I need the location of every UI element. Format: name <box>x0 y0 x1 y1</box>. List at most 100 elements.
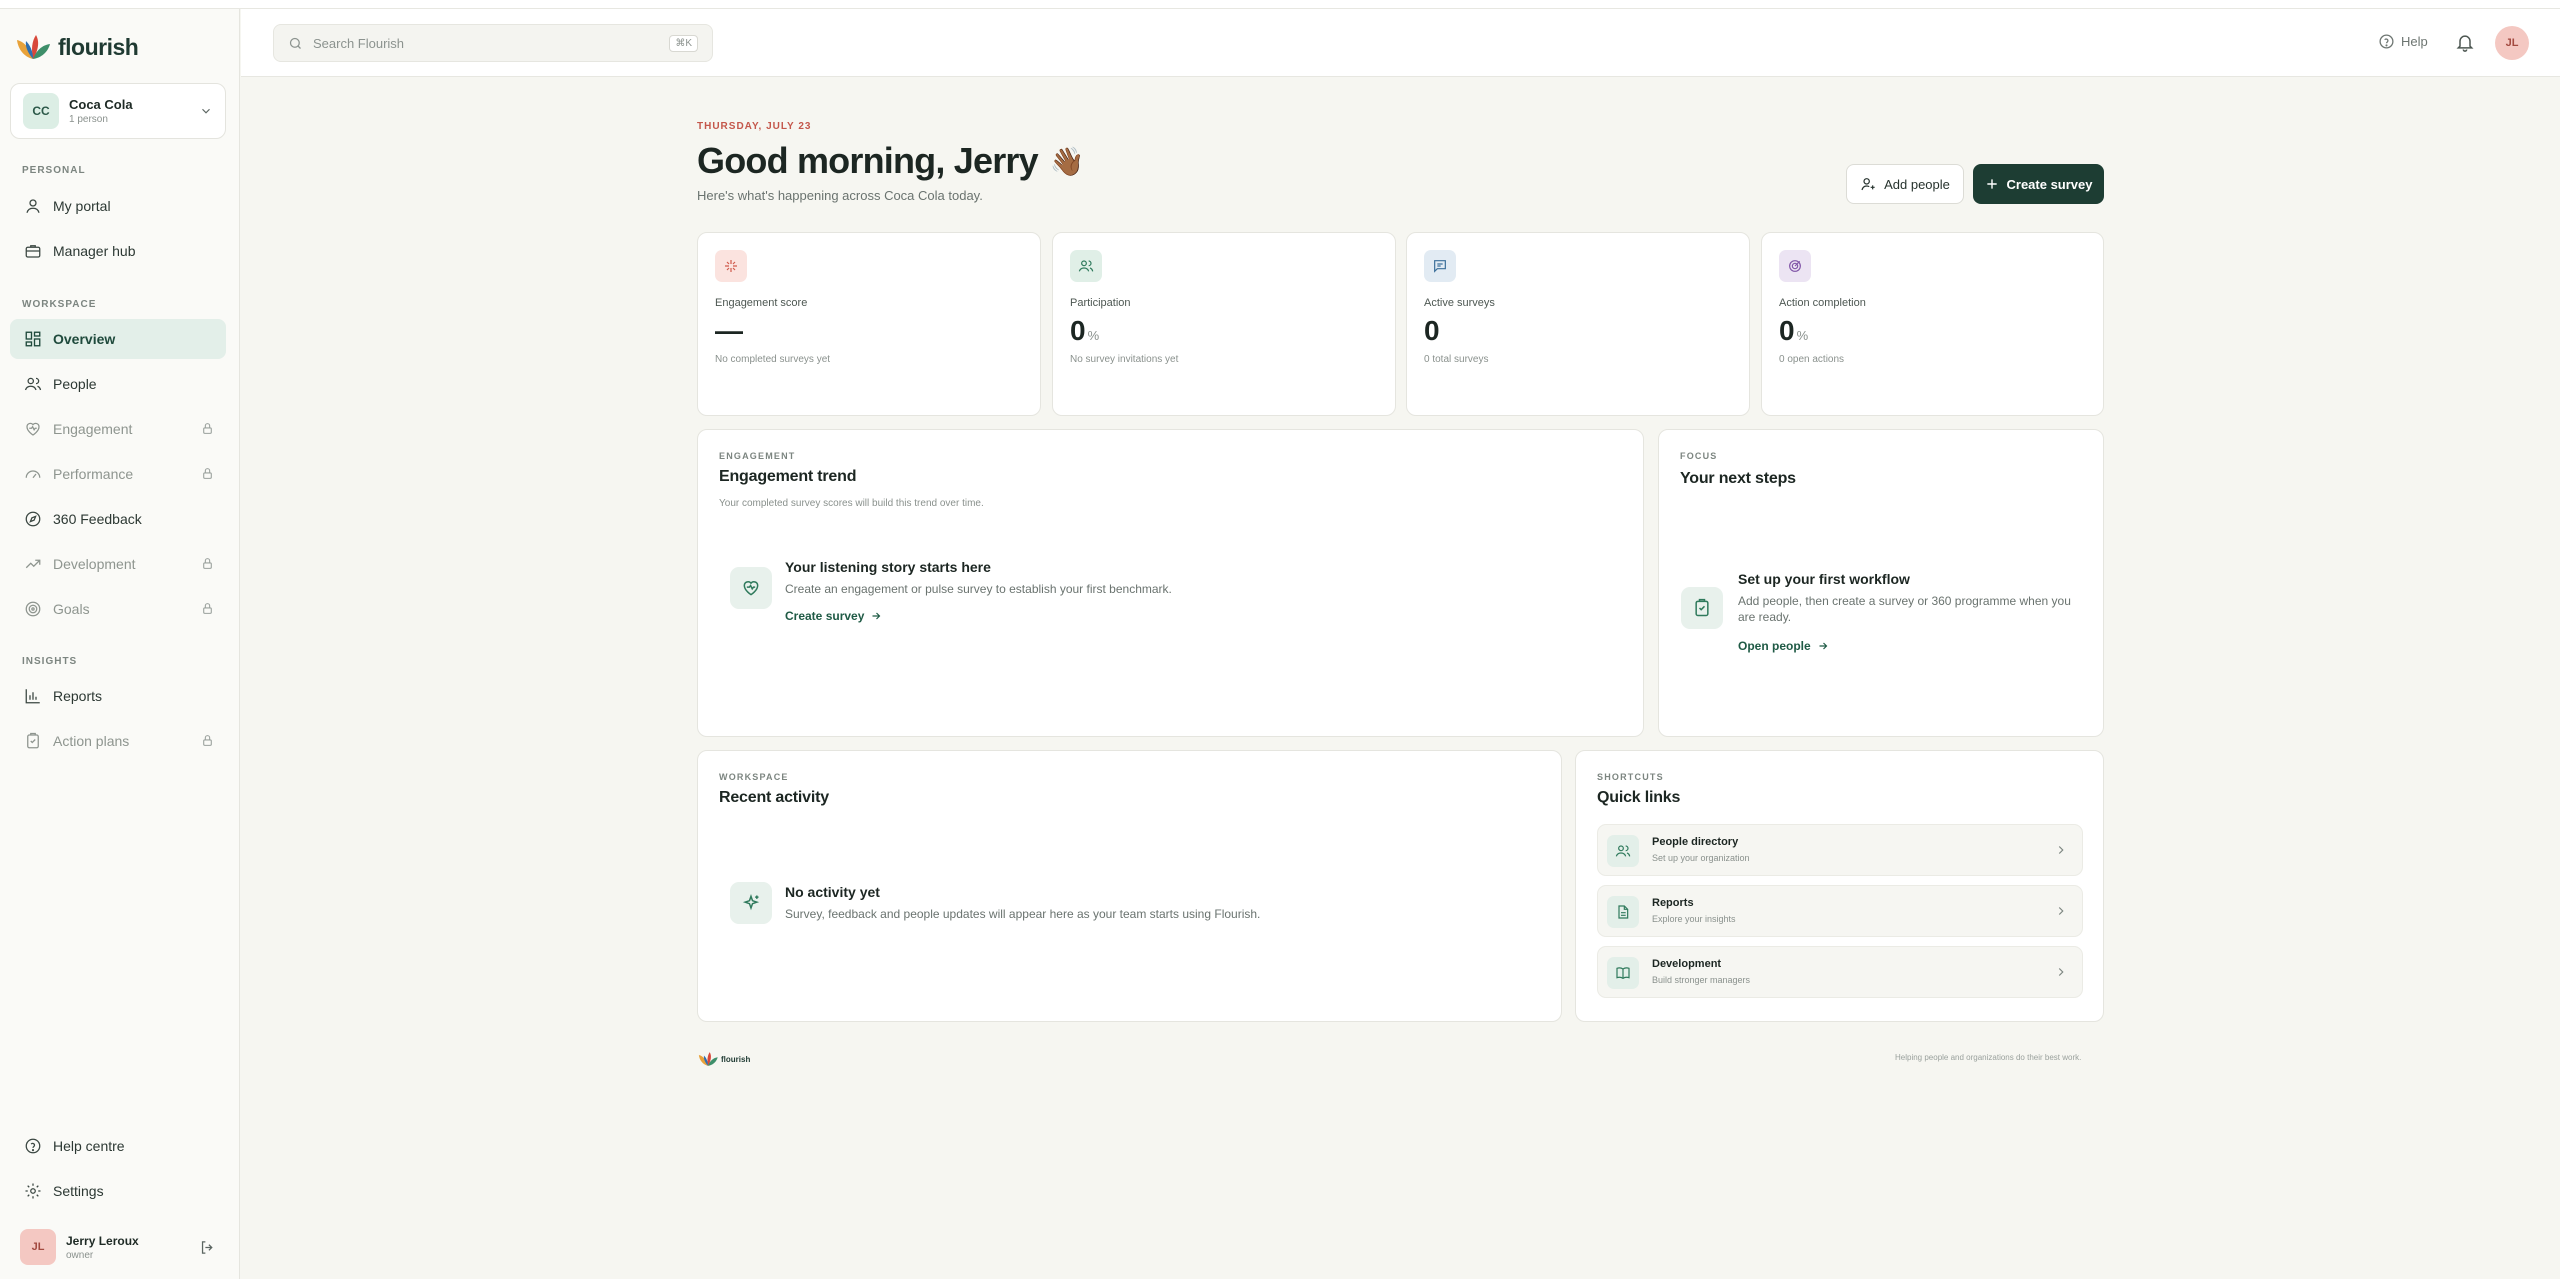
create-survey-label: Create survey <box>2006 176 2093 192</box>
flourish-logo-icon <box>698 1052 718 1066</box>
bar-chart-icon <box>23 686 43 706</box>
sidebar-item-label: Help centre <box>53 1138 125 1154</box>
add-people-button[interactable]: Add people <box>1846 164 1964 204</box>
stat-value: 0 <box>1424 315 1442 347</box>
sidebar-item-overview[interactable]: Overview <box>10 319 226 359</box>
target-icon <box>23 599 43 619</box>
section-label-workspace: WORKSPACE <box>22 299 97 310</box>
quick-link-subtitle: Explore your insights <box>1652 914 1736 924</box>
stat-card-engagement-score: Engagement score — No completed surveys … <box>697 232 1041 416</box>
stat-number: — <box>715 315 743 346</box>
sidebar-item-reports[interactable]: Reports <box>10 676 226 716</box>
greeting-text: Good morning, Jerry <box>697 140 1039 181</box>
quick-link-subtitle: Build stronger managers <box>1652 975 1751 985</box>
quick-link-development[interactable]: Development Build stronger managers <box>1597 946 2083 998</box>
stat-value: 0% <box>1779 315 1808 347</box>
recent-activity-card: WORKSPACE Recent activity No activity ye… <box>697 750 1562 1022</box>
sidebar-item-development[interactable]: Development <box>10 544 226 584</box>
sidebar-item-360-feedback[interactable]: 360 Feedback <box>10 499 226 539</box>
briefcase-icon <box>23 241 43 261</box>
sidebar-item-label: Settings <box>53 1183 104 1199</box>
sidebar-item-engagement[interactable]: Engagement <box>10 409 226 449</box>
sidebar-item-my-portal[interactable]: My portal <box>10 186 226 226</box>
add-people-label: Add people <box>1884 176 1950 192</box>
sidebar-item-help-centre[interactable]: Help centre <box>10 1126 226 1166</box>
quick-link-people-directory[interactable]: People directory Set up your organizatio… <box>1597 824 2083 876</box>
empty-state-title: No activity yet <box>785 884 880 900</box>
flourish-logo-icon <box>17 35 50 59</box>
chevron-down-icon <box>202 108 210 114</box>
document-icon <box>1607 896 1639 928</box>
help-icon <box>2379 34 2394 49</box>
sparkle-icon <box>730 882 772 924</box>
create-survey-button[interactable]: Create survey <box>1973 164 2104 204</box>
stat-number: 0 <box>1424 315 1440 346</box>
footer-brand: flourish <box>721 1054 751 1064</box>
grid-icon <box>23 329 43 349</box>
sidebar-item-action-plans[interactable]: Action plans <box>10 721 226 761</box>
next-steps-card: FOCUS Your next steps Set up your first … <box>1658 429 2104 737</box>
engagement-trend-card: ENGAGEMENT Engagement trend Your complet… <box>697 429 1644 737</box>
search-icon <box>289 37 301 49</box>
org-switcher[interactable]: CC Coca Cola 1 person <box>10 83 226 139</box>
search-placeholder: Search Flourish <box>313 35 405 51</box>
help-button[interactable]: Help <box>2378 33 2428 50</box>
card-eyebrow: SHORTCUTS <box>1597 772 1664 782</box>
app-logo[interactable]: flourish <box>14 33 139 61</box>
create-survey-link[interactable]: Create survey <box>785 609 882 623</box>
search-input[interactable]: Search Flourish ⌘K <box>273 24 713 62</box>
empty-state-title: Set up your first workflow <box>1738 571 1910 587</box>
sidebar-item-performance[interactable]: Performance <box>10 454 226 494</box>
target-icon <box>1779 250 1811 282</box>
stat-number: 0 <box>1779 315 1795 346</box>
sidebar-item-label: People <box>53 376 97 392</box>
stat-note: 0 open actions <box>1779 354 1845 365</box>
card-title: Engagement trend <box>719 468 857 485</box>
wave-emoji: 👋🏾 <box>1049 145 1085 177</box>
stat-label: Action completion <box>1779 297 1866 309</box>
message-icon <box>1424 250 1456 282</box>
users-icon <box>1070 250 1102 282</box>
sidebar-item-label: Engagement <box>53 421 133 437</box>
chevron-right-icon <box>2058 907 2064 915</box>
heart-icon <box>23 419 43 439</box>
section-label-insights: INSIGHTS <box>22 656 78 667</box>
empty-state-description: Add people, then create a survey or 360 … <box>1738 594 2071 624</box>
card-title: Your next steps <box>1680 470 1796 487</box>
bell-icon[interactable] <box>2455 31 2475 53</box>
plus-icon <box>1986 179 1997 189</box>
user-profile[interactable]: JL Jerry Leroux owner <box>10 1224 226 1270</box>
window-top-strip <box>0 0 2560 9</box>
sidebar-item-people[interactable]: People <box>10 364 226 404</box>
lock-icon <box>203 603 212 614</box>
avatar[interactable]: JL <box>2495 26 2529 60</box>
trend-icon <box>23 554 43 574</box>
stat-note: No survey invitations yet <box>1070 354 1179 365</box>
app-name: flourish <box>58 33 139 60</box>
footer-tagline: Helping people and organizations do thei… <box>1895 1053 2082 1062</box>
card-title: Recent activity <box>719 789 829 806</box>
stat-label: Active surveys <box>1424 297 1495 309</box>
page-subtitle: Here's what's happening across Coca Cola… <box>697 188 983 203</box>
sidebar-item-settings[interactable]: Settings <box>10 1171 226 1211</box>
stat-label: Participation <box>1070 297 1131 309</box>
lock-icon <box>203 423 212 434</box>
arrow-right-icon <box>872 612 881 620</box>
logout-icon[interactable] <box>199 1239 216 1256</box>
stat-label: Engagement score <box>715 297 808 309</box>
org-members: 1 person <box>69 114 108 125</box>
sidebar-item-label: Performance <box>53 466 134 482</box>
org-avatar: CC <box>23 93 59 129</box>
sidebar-item-manager-hub[interactable]: Manager hub <box>10 231 226 271</box>
empty-state-title: Your listening story starts here <box>785 559 991 575</box>
users-icon <box>23 374 43 394</box>
clipboard-icon <box>23 731 43 751</box>
book-icon <box>1607 957 1639 989</box>
card-eyebrow: ENGAGEMENT <box>719 451 796 461</box>
stat-card-active-surveys: Active surveys 0 0 total surveys <box>1406 232 1750 416</box>
sidebar-item-goals[interactable]: Goals <box>10 589 226 629</box>
quick-link-reports[interactable]: Reports Explore your insights <box>1597 885 2083 937</box>
sidebar-item-label: My portal <box>53 198 111 214</box>
footer-logo: flourish <box>697 1051 750 1067</box>
open-people-link[interactable]: Open people <box>1738 639 1829 653</box>
